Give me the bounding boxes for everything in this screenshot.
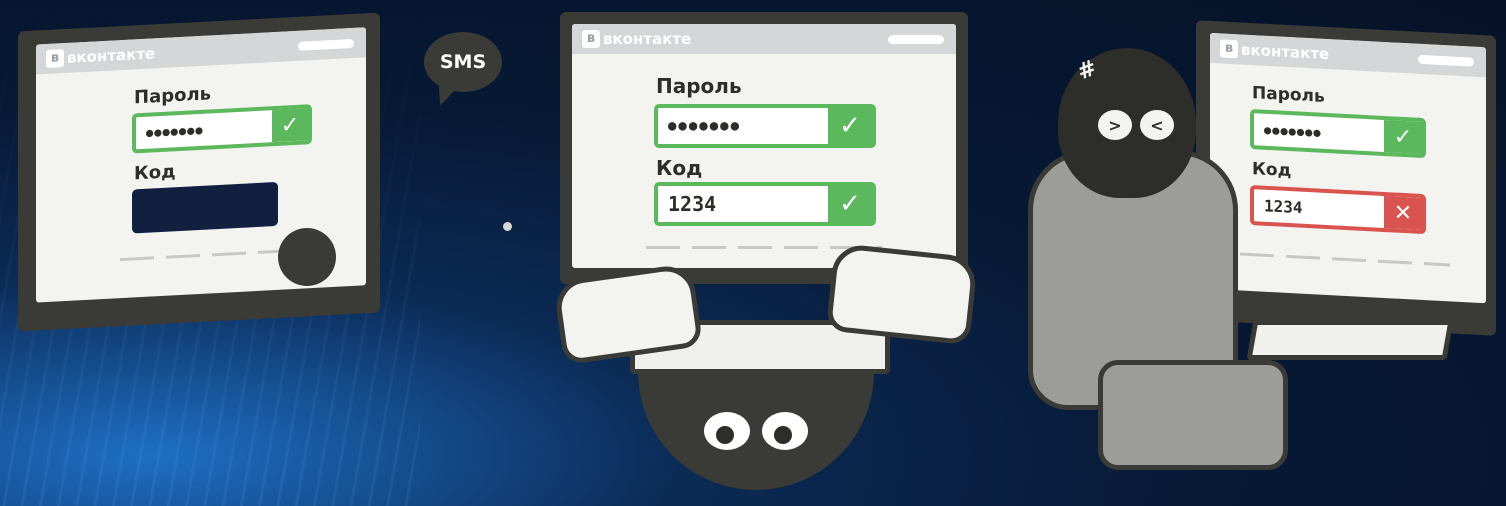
password-label: Пароль — [1252, 83, 1325, 107]
code-value: 1234 — [1264, 196, 1303, 218]
vk-logo: в вконтакте — [582, 30, 691, 48]
eye-icon — [762, 412, 808, 450]
header-pill — [888, 35, 944, 44]
center-screen: в вконтакте Пароль ●●●●●●● ✓ Код 1234 ✓ — [572, 24, 956, 268]
code-field[interactable]: 1234 ✕ — [1250, 184, 1426, 235]
left-monitor: в вконтакте Пароль ●●●●●●● ✓ Код — [18, 12, 380, 332]
password-label: Пароль — [656, 74, 742, 98]
keyboard — [1246, 320, 1454, 360]
right-screen: в вконтакте Пароль ●●●●●●● ✓ Код 1234 ✕ — [1210, 32, 1486, 304]
dot — [503, 222, 512, 231]
password-value: ●●●●●●● — [1264, 122, 1322, 140]
code-value: 1234 — [668, 192, 717, 216]
password-label: Пароль — [134, 83, 212, 109]
check-icon: ✓ — [828, 186, 872, 222]
hand-shadow — [278, 228, 336, 286]
eye-icon — [704, 412, 750, 450]
vk-header: в вконтакте — [572, 24, 956, 54]
vk-header: в вконтакте — [36, 27, 366, 75]
hacker-face — [638, 372, 874, 490]
code-label: Код — [134, 161, 176, 185]
code-field[interactable] — [132, 181, 278, 234]
person-legs — [1098, 360, 1288, 470]
code-label: Код — [1252, 159, 1292, 182]
password-field[interactable]: ●●●●●●● ✓ — [1250, 108, 1426, 159]
password-field[interactable]: ●●●●●●● ✓ — [654, 104, 876, 148]
code-label: Код — [656, 156, 703, 180]
header-pill — [298, 38, 354, 51]
code-field[interactable]: 1234 ✓ — [654, 182, 876, 226]
header-pill — [1418, 54, 1474, 67]
password-value: ●●●●●●● — [668, 118, 742, 134]
right-hand — [825, 242, 979, 346]
eye-icon: < — [1140, 110, 1174, 140]
vk-logo: в вконтакте — [1220, 39, 1329, 63]
center-monitor: в вконтакте Пароль ●●●●●●● ✓ Код 1234 ✓ — [560, 12, 968, 284]
right-monitor: в вконтакте Пароль ●●●●●●● ✓ Код 1234 ✕ — [1196, 20, 1496, 336]
password-field[interactable]: ●●●●●●● ✓ — [132, 104, 312, 154]
eye-icon: > — [1098, 110, 1132, 140]
error-icon: ✕ — [1384, 195, 1422, 230]
vk-header: в вконтакте — [1210, 32, 1486, 78]
check-icon: ✓ — [828, 108, 872, 144]
check-icon: ✓ — [1384, 119, 1422, 154]
vk-logo: в вконтакте — [46, 44, 155, 69]
password-value: ●●●●●●● — [146, 122, 204, 140]
footer-dashes — [1240, 252, 1450, 267]
sms-bubble: SMS — [424, 32, 502, 92]
check-icon: ✓ — [272, 108, 308, 143]
